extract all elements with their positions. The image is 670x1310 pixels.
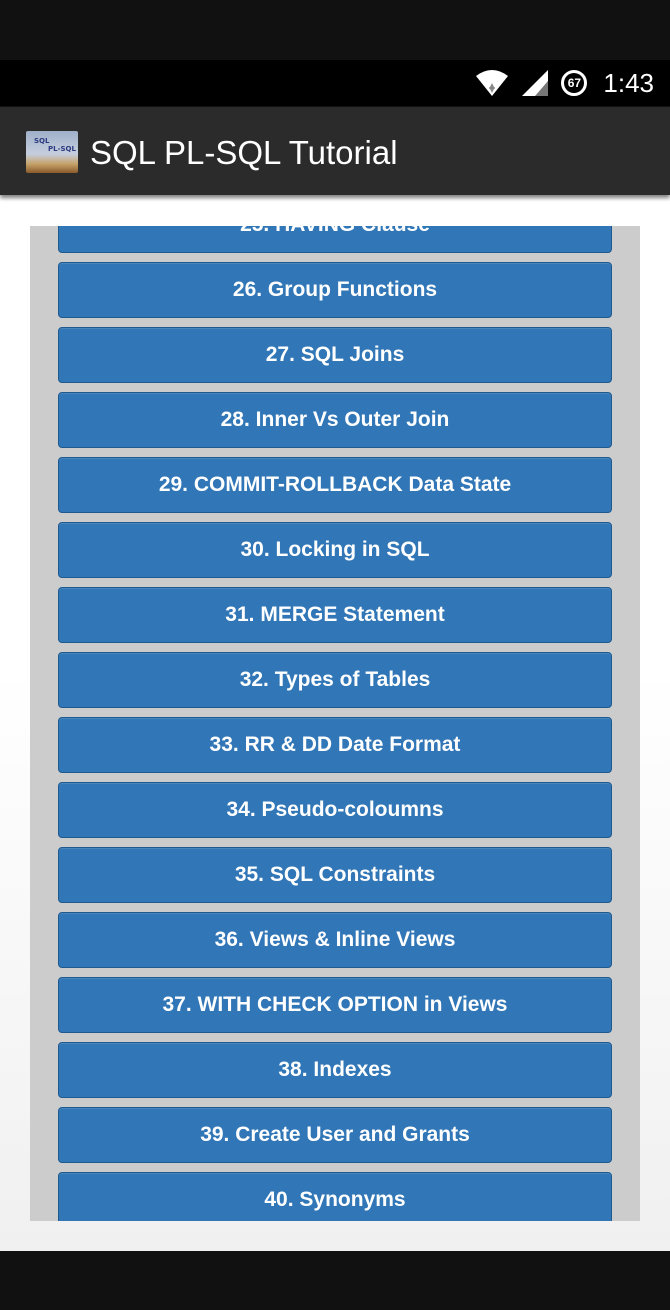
topic-list-panel[interactable]: 25. HAVING Clause 26. Group Functions 27. … <box>30 226 640 1221</box>
topic-button[interactable]: 32. Types of Tables <box>58 652 612 708</box>
notification-badge-icon: 67 <box>561 70 588 96</box>
topic-button[interactable]: 33. RR & DD Date Format <box>58 717 612 773</box>
topic-button[interactable]: 28. Inner Vs Outer Join <box>58 392 612 448</box>
logo-text-plsql: PL-SQL <box>48 145 76 153</box>
topic-button[interactable]: 38. Indexes <box>58 1042 612 1098</box>
app-title: SQL PL-SQL Tutorial <box>90 134 398 171</box>
status-time: 1:43 <box>603 67 654 98</box>
notification-count: 67 <box>564 73 585 93</box>
topic-button[interactable]: 31. MERGE Statement <box>58 587 612 643</box>
topic-button[interactable]: 40. Synonyms <box>58 1172 612 1221</box>
topic-button[interactable]: 36. Views & Inline Views <box>58 912 612 968</box>
logo-text-sql: SQL <box>34 137 50 145</box>
status-bar: 67 1:43 <box>0 60 670 106</box>
topic-button[interactable]: 29. COMMIT-ROLLBACK Data State <box>58 457 612 513</box>
topic-button[interactable]: 25. HAVING Clause <box>58 226 612 253</box>
topic-button[interactable]: 26. Group Functions <box>58 262 612 318</box>
app-bar: SQL PL-SQL SQL PL-SQL Tutorial <box>0 107 670 195</box>
signal-icon <box>522 70 549 96</box>
topic-button[interactable]: 30. Locking in SQL <box>58 522 612 578</box>
topic-button[interactable]: 35. SQL Constraints <box>58 847 612 903</box>
topic-button[interactable]: 39. Create User and Grants <box>58 1107 612 1163</box>
topic-button[interactable]: 37. WITH CHECK OPTION in Views <box>58 977 612 1033</box>
status-icons: 67 1:43 <box>475 60 654 106</box>
app-logo-icon[interactable]: SQL PL-SQL <box>26 131 78 173</box>
topic-button[interactable]: 27. SQL Joins <box>58 327 612 383</box>
navigation-bar <box>0 1251 670 1310</box>
wifi-icon <box>476 70 509 96</box>
content-area: 25. HAVING Clause 26. Group Functions 27. … <box>0 195 670 1251</box>
topic-button[interactable]: 34. Pseudo-coloumns <box>58 782 612 838</box>
top-black-region <box>0 0 670 60</box>
